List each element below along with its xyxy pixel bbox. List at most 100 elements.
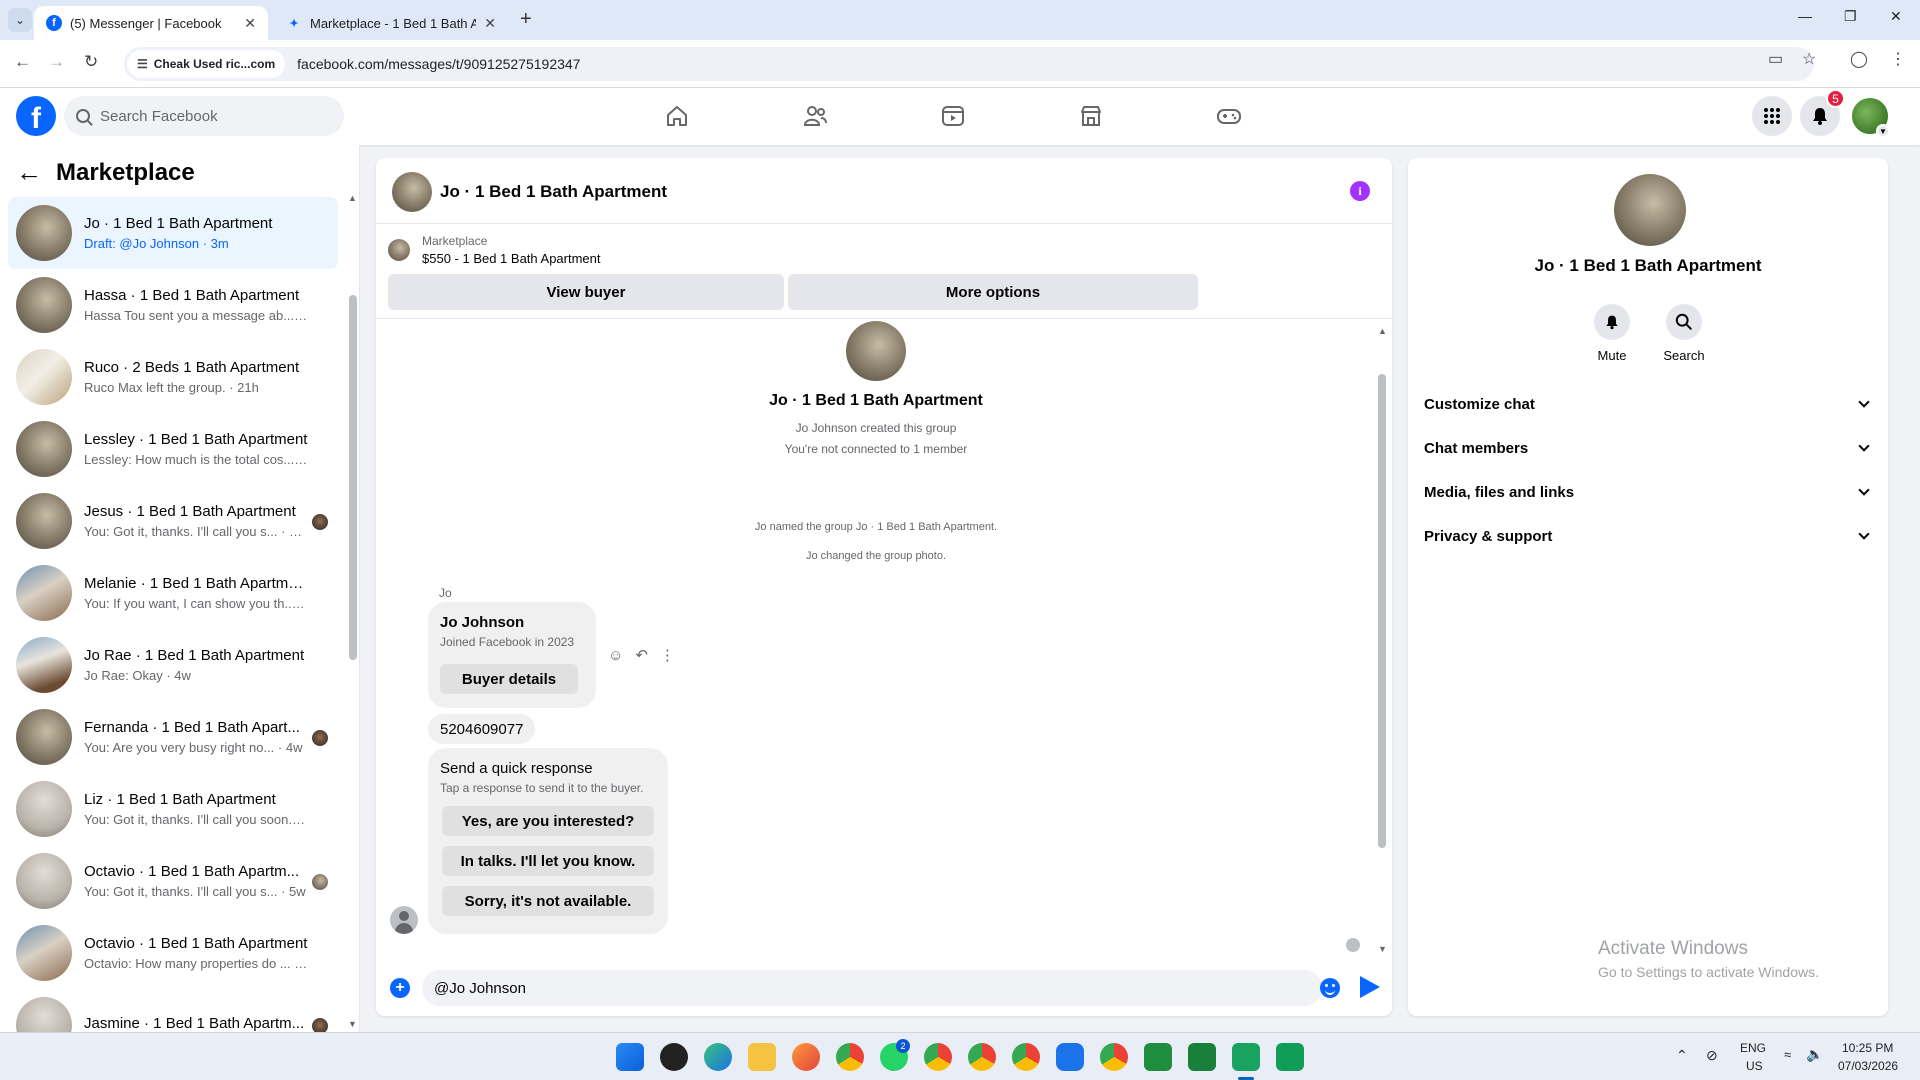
clock-time[interactable]: 10:25 PM [1842, 1041, 1893, 1055]
chat-item[interactable]: Jesus · 1 Bed 1 Bath Apartment You: Got i… [8, 485, 338, 557]
section-privacy-support[interactable]: Privacy & support [1416, 514, 1880, 558]
chat-item[interactable]: Lessley · 1 Bed 1 Bath Apartment Lessley:… [8, 413, 338, 485]
tray-icon[interactable]: ⊘ [1706, 1047, 1718, 1064]
tray-chevron-icon[interactable]: ⌃ [1676, 1047, 1688, 1064]
conversation-title[interactable]: Jo · 1 Bed 1 Bath Apartment [440, 182, 667, 202]
emoji-icon[interactable] [1320, 978, 1340, 998]
chat-item[interactable]: Melanie · 1 Bed 1 Bath Apartment You: If … [8, 557, 338, 629]
bookmark-star-icon[interactable]: ☆ [1802, 49, 1816, 69]
home-icon[interactable] [663, 102, 691, 130]
chrome-icon[interactable] [836, 1043, 864, 1071]
chat-avatar [16, 277, 72, 333]
chat-item[interactable]: Jo · 1 Bed 1 Bath Apartment Draft: @Jo Jo… [8, 197, 338, 269]
app-icon[interactable] [1056, 1043, 1084, 1071]
language-indicator[interactable]: ENG [1740, 1041, 1766, 1055]
more-options-button[interactable]: More options [788, 274, 1198, 310]
quick-response-option[interactable]: Yes, are you interested? [442, 806, 654, 836]
reload-icon[interactable]: ↻ [84, 52, 98, 72]
clock-date[interactable]: 07/03/2026 [1838, 1059, 1898, 1073]
chat-item[interactable]: Octavio · 1 Bed 1 Bath Apartm... You: Got… [8, 845, 338, 917]
chrome-profile-icon[interactable] [1012, 1043, 1040, 1071]
menu-grid-button[interactable] [1752, 96, 1792, 136]
buyer-details-button[interactable]: Buyer details [440, 664, 578, 694]
friends-icon[interactable] [801, 102, 829, 130]
scroll-up-icon[interactable]: ▲ [1378, 326, 1387, 336]
conversation-panel: Jo · 1 Bed 1 Bath Apartment i Marketplac… [376, 158, 1392, 1016]
tab-search-button[interactable]: ⌄ [8, 8, 32, 32]
chrome-profile-icon[interactable] [924, 1043, 952, 1071]
restore-icon[interactable]: ❐ [1844, 8, 1857, 25]
start-icon[interactable] [616, 1043, 644, 1071]
firefox-icon[interactable] [792, 1043, 820, 1071]
chat-item[interactable]: Hassa · 1 Bed 1 Bath Apartment Hassa Tou … [8, 269, 338, 341]
tab-marketplace[interactable]: ✦ Marketplace - 1 Bed 1 Bath Ap ✕ [274, 6, 508, 40]
search-action[interactable]: Search [1654, 304, 1714, 363]
quick-response-option[interactable]: Sorry, it's not available. [442, 886, 654, 916]
app-icon[interactable] [1276, 1043, 1304, 1071]
back-arrow-icon[interactable]: ← [16, 157, 42, 188]
more-icon[interactable]: ⋮ [660, 646, 675, 664]
send-icon[interactable] [1360, 976, 1380, 998]
plus-icon[interactable]: + [390, 978, 410, 998]
install-app-icon[interactable]: ▭ [1768, 49, 1783, 69]
section-chat-members[interactable]: Chat members [1416, 426, 1880, 470]
chat-item[interactable]: Jasmine · 1 Bed 1 Bath Apartm... [8, 989, 338, 1035]
scroll-down-icon[interactable]: ▼ [348, 1019, 357, 1029]
file-explorer-icon[interactable] [748, 1043, 776, 1071]
back-icon[interactable]: ← [14, 52, 31, 72]
quick-response-title: Send a quick response [440, 760, 593, 777]
chrome-profile-icon[interactable] [968, 1043, 996, 1071]
view-buyer-button[interactable]: View buyer [388, 274, 784, 310]
close-window-icon[interactable]: ✕ [1890, 8, 1902, 25]
tab-title: Marketplace - 1 Bed 1 Bath Ap [310, 15, 477, 31]
chat-item[interactable]: Octavio · 1 Bed 1 Bath Apartment Octavio:… [8, 917, 338, 989]
chat-item[interactable]: Ruco · 2 Beds 1 Bath Apartment Ruco Max l… [8, 341, 338, 413]
marketplace-icon[interactable] [1077, 102, 1105, 130]
app-icon[interactable] [1144, 1043, 1172, 1071]
app-icon[interactable] [1188, 1043, 1216, 1071]
facebook-logo-icon[interactable]: f [16, 96, 56, 136]
section-media-files-links[interactable]: Media, files and links [1416, 470, 1880, 514]
video-icon[interactable] [939, 102, 967, 130]
message-input[interactable] [422, 970, 1322, 1006]
mute-action[interactable]: Mute [1582, 304, 1642, 363]
volume-icon[interactable]: 🔈 [1806, 1046, 1823, 1063]
wifi-icon[interactable]: ≈ [1784, 1047, 1791, 1062]
new-tab-button[interactable]: + [520, 8, 532, 31]
conversation-avatar[interactable] [392, 172, 432, 212]
scroll-up-icon[interactable]: ▲ [348, 193, 357, 203]
react-icon[interactable]: ☺ [608, 647, 623, 664]
quick-response-option[interactable]: In talks. I'll let you know. [442, 846, 654, 876]
phone-message[interactable]: 5204609077 [428, 714, 536, 744]
chat-item[interactable]: Jo Rae · 1 Bed 1 Bath Apartment Jo Rae: O… [8, 629, 338, 701]
close-tab-icon[interactable]: ✕ [244, 15, 256, 32]
info-icon[interactable]: i [1350, 181, 1370, 201]
url-text[interactable]: facebook.com/messages/t/909125275192347 [297, 56, 580, 72]
edge-icon[interactable] [704, 1043, 732, 1071]
profile-icon[interactable]: ◯ [1850, 49, 1868, 69]
chat-item[interactable]: Fernanda · 1 Bed 1 Bath Apart... You: Are… [8, 701, 338, 773]
omnibox[interactable]: ☰ Cheak Used ric...com facebook.com/mess… [124, 47, 1814, 81]
app-icon[interactable] [1232, 1043, 1260, 1071]
conversation-scrollbar[interactable] [1378, 374, 1386, 848]
chevron-down-icon[interactable]: ▼ [1876, 124, 1890, 138]
region-indicator[interactable]: US [1746, 1059, 1763, 1073]
scroll-down-icon[interactable]: ▼ [1378, 944, 1387, 954]
search-input[interactable] [100, 107, 320, 125]
minimize-icon[interactable]: — [1798, 8, 1812, 24]
chat-snippet: Draft: @Jo Johnson · 3m [84, 236, 229, 251]
facebook-search[interactable] [64, 96, 344, 136]
chevron-down-icon [1858, 484, 1870, 496]
reply-icon[interactable]: ↶ [635, 646, 648, 664]
tab-messenger[interactable]: f (5) Messenger | Facebook ✕ [34, 6, 268, 40]
gaming-icon[interactable] [1215, 102, 1243, 130]
menu-dots-icon[interactable]: ⋮ [1890, 49, 1906, 69]
chat-item[interactable]: Liz · 1 Bed 1 Bath Apartment You: Got it,… [8, 773, 338, 845]
sidebar-scrollbar[interactable] [349, 295, 357, 660]
site-info-chip[interactable]: ☰ Cheak Used ric...com [127, 50, 286, 78]
section-customize-chat[interactable]: Customize chat [1416, 382, 1880, 426]
forward-icon[interactable]: → [48, 52, 65, 72]
close-tab-icon[interactable]: ✕ [484, 15, 496, 32]
chrome-profile-icon[interactable] [1100, 1043, 1128, 1071]
app-icon[interactable] [660, 1043, 688, 1071]
